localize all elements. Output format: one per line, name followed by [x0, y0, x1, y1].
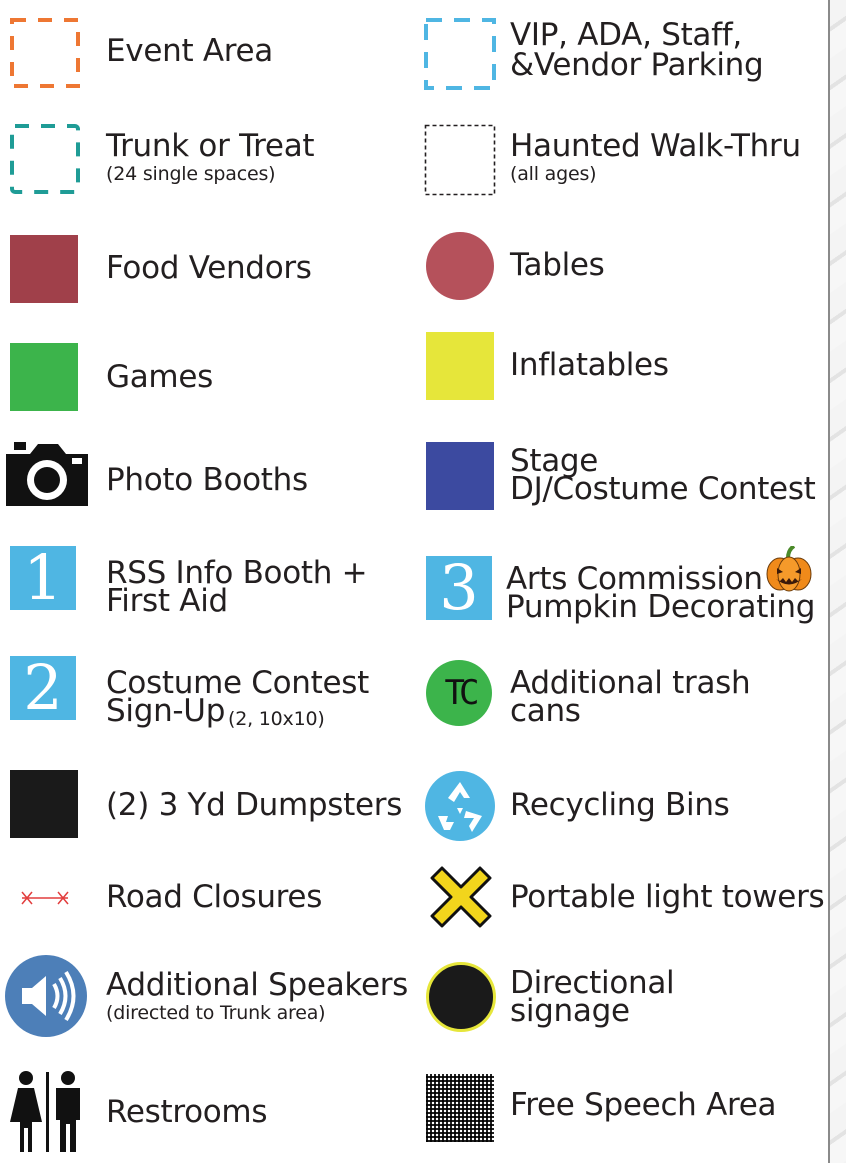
black-dashed-square-icon — [424, 124, 496, 196]
legend-label: Free Speech Area — [510, 1087, 777, 1123]
yellow-square-icon — [426, 332, 494, 400]
trash-can-circle-icon: TC — [426, 660, 492, 726]
teal-dashed-square-icon — [10, 124, 80, 194]
legend-label-line-2: &Vendor Parking — [510, 47, 764, 83]
legend-label: Trunk or Treat — [106, 128, 315, 164]
speaker-icon — [5, 955, 87, 1037]
legend-label-line-1: VIP, ADA, Staff, — [510, 17, 742, 53]
maroon-square-icon — [10, 235, 78, 303]
trash-can-icon-text: TC — [444, 673, 480, 713]
legend-label: Additional Speakers — [106, 967, 409, 1003]
blue-dashed-square-icon — [424, 18, 496, 90]
legend-label: Games — [106, 359, 213, 395]
legend-label: Road Closures — [106, 879, 323, 915]
legend-label-line-2: DJ/Costume Contest — [510, 471, 816, 507]
legend-label-line-2: First Aid — [106, 583, 228, 619]
legend-label-line-2: signage — [510, 993, 630, 1029]
black-circle-icon — [426, 962, 496, 1032]
legend-label: Portable light towers — [510, 879, 825, 915]
black-square-icon — [10, 770, 78, 838]
legend-label-line-2: cans — [510, 693, 581, 729]
road-closure-icon — [21, 891, 69, 905]
legend-label: Tables — [510, 247, 605, 283]
legend-label: Recycling Bins — [510, 787, 730, 823]
legend-label: (2) 3 Yd Dumpsters — [106, 787, 403, 823]
number-2-icon: 2 — [10, 656, 76, 720]
legend-label: Event Area — [106, 33, 274, 69]
number-label: 1 — [23, 541, 63, 614]
legend-label: Inflatables — [510, 347, 669, 383]
restroom-icon — [10, 1071, 80, 1152]
green-square-icon — [10, 343, 78, 411]
recycling-icon — [425, 771, 495, 841]
orange-dashed-square-icon — [10, 18, 80, 88]
legend-sublabel: (all ages) — [510, 163, 597, 185]
legend-label-line-2: Pumpkin Decorating — [506, 589, 816, 625]
legend-sublabel: (2, 10x10) — [228, 708, 325, 730]
legend-label-line-2: Sign-Up — [106, 693, 226, 729]
grid-pattern-icon — [426, 1074, 494, 1142]
legend-label: Restrooms — [106, 1094, 268, 1130]
page-edge — [828, 0, 846, 1163]
pink-circle-icon — [426, 232, 494, 300]
camera-icon — [6, 442, 88, 506]
pumpkin-icon — [766, 546, 812, 592]
number-1-icon: 1 — [10, 546, 76, 610]
blue-square-icon — [426, 442, 494, 510]
legend-label: Food Vendors — [106, 250, 312, 286]
number-label: 2 — [23, 651, 63, 724]
legend-sublabel: (directed to Trunk area) — [106, 1002, 326, 1024]
legend-label: Photo Booths — [106, 462, 308, 498]
number-label: 3 — [439, 551, 479, 624]
yellow-x-icon — [430, 866, 492, 928]
legend-label: Haunted Walk-Thru — [510, 128, 801, 164]
legend-sublabel: (24 single spaces) — [106, 163, 276, 185]
number-3-icon: 3 — [426, 556, 492, 620]
